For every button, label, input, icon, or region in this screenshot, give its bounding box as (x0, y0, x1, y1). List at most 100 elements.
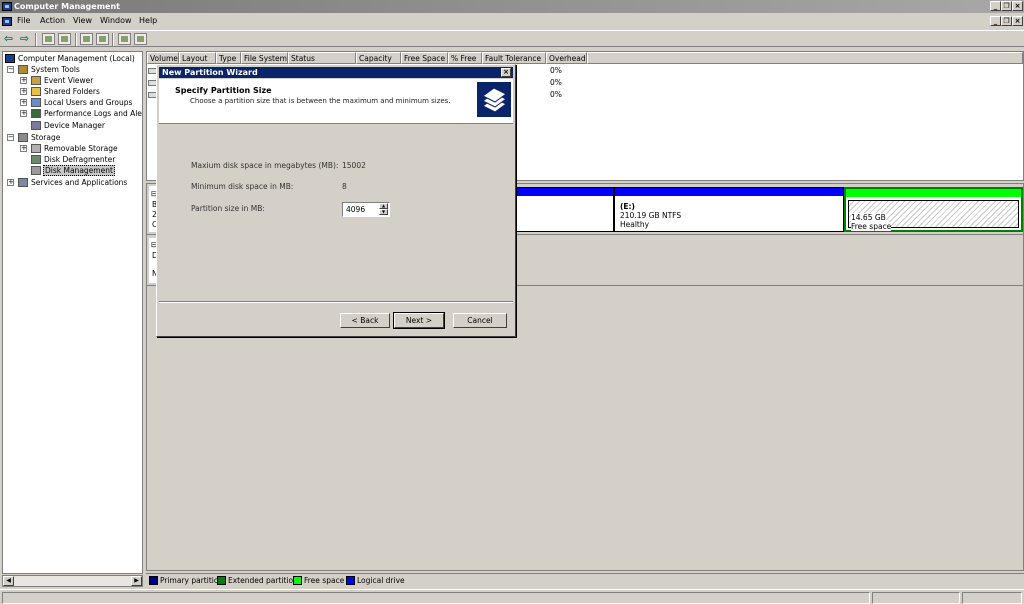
expand-event-viewer-icon[interactable]: + (20, 77, 27, 84)
folder-icon (31, 87, 41, 96)
collapse-system-tools-icon[interactable]: − (7, 66, 14, 73)
menu-view[interactable]: View (73, 14, 92, 28)
menu-window[interactable]: Window (100, 14, 132, 28)
users-icon (31, 98, 41, 107)
free-space-bar (846, 189, 1021, 197)
legend: Primary partition Extended partition Fre… (146, 573, 1024, 586)
partition-e-name: (E:) (620, 202, 635, 211)
doc-close-button[interactable]: × (1012, 16, 1023, 26)
refresh-icon[interactable] (118, 33, 131, 45)
toolbar: ⇦ ⇨ (0, 30, 1024, 47)
toolbar-separator (75, 33, 77, 46)
status-bar (0, 589, 1024, 604)
partition-size-input[interactable] (344, 204, 378, 215)
column-percent-free[interactable]: % Free (448, 52, 482, 64)
partition-e[interactable]: (E:) 210.19 GB NTFS Healthy (614, 187, 844, 232)
computer-icon (5, 54, 15, 63)
expand-removable-storage-icon[interactable]: + (20, 145, 27, 152)
console-tree[interactable]: Computer Management (Local) − System Too… (2, 51, 143, 574)
status-panel (872, 592, 960, 604)
legend-free-space: Free space (304, 576, 345, 585)
back-button[interactable]: < Back (340, 313, 390, 328)
column-free-space[interactable]: Free Space (401, 52, 448, 64)
forward-arrow-icon[interactable]: ⇨ (18, 33, 31, 45)
overhead-cell: 0% (550, 66, 562, 75)
min-size-value: 8 (342, 182, 347, 191)
tools-icon (18, 65, 28, 74)
partition-e-size: 210.19 GB NTFS (620, 211, 682, 220)
column-type[interactable]: Type (216, 52, 241, 64)
expand-shared-folders-icon[interactable]: + (20, 88, 27, 95)
wizard-header: Specify Partition Size Choose a partitio… (159, 79, 513, 124)
computer-management-icon (2, 2, 12, 11)
minimize-button[interactable]: _ (990, 1, 1001, 11)
tree-horizontal-scrollbar[interactable]: ◀ ▶ (2, 575, 143, 587)
window-title: Computer Management (14, 2, 120, 11)
overhead-cell: 0% (550, 90, 562, 99)
expand-local-users-icon[interactable]: + (20, 99, 27, 106)
next-button[interactable]: Next > (393, 312, 445, 329)
close-button[interactable]: × (1012, 1, 1023, 11)
column-capacity[interactable]: Capacity (356, 52, 401, 64)
spin-down-icon[interactable]: ▼ (379, 209, 388, 215)
free-space-label: Free space (851, 222, 892, 231)
device-manager-icon (31, 121, 41, 130)
menu-file[interactable]: File (17, 14, 30, 28)
wizard-divider (159, 301, 513, 303)
back-arrow-icon[interactable]: ⇦ (2, 33, 15, 45)
partition-left[interactable] (515, 187, 614, 232)
scroll-right-icon[interactable]: ▶ (131, 576, 142, 586)
doc-minimize-button[interactable]: _ (990, 16, 1001, 26)
column-volume[interactable]: Volume (147, 52, 179, 64)
console-icon[interactable] (2, 17, 12, 26)
expand-performance-logs-icon[interactable]: + (20, 110, 27, 117)
column-status[interactable]: Status (288, 52, 356, 64)
help-icon[interactable] (96, 33, 109, 45)
column-layout[interactable]: Layout (179, 52, 216, 64)
max-size-label: Maxium disk space in megabytes (MB): (191, 161, 339, 170)
status-panel (962, 592, 1022, 604)
wizard-title: New Partition Wizard (162, 68, 258, 77)
services-icon (18, 178, 28, 187)
wizard-header-subtitle: Choose a partition size that is between … (190, 97, 451, 105)
legend-extended-partition: Extended partition (228, 576, 298, 585)
new-partition-wizard-dialog[interactable]: New Partition Wizard × Specify Partition… (156, 64, 516, 337)
storage-icon (18, 133, 28, 142)
partition-size-stepper[interactable]: ▲ ▼ (342, 202, 390, 217)
up-one-level-icon[interactable] (42, 33, 55, 45)
export-list-icon[interactable] (134, 33, 147, 45)
collapse-storage-icon[interactable]: − (7, 134, 14, 141)
column-file-system[interactable]: File System (241, 52, 288, 64)
partition-e-status: Healthy (620, 220, 650, 229)
show-hide-tree-icon[interactable] (58, 33, 71, 45)
partition-size-label: Partition size in MB: (191, 204, 265, 213)
free-space-size: 14.65 GB (851, 213, 886, 222)
menu-help[interactable]: Help (139, 14, 157, 28)
legend-swatch-logical (346, 576, 355, 585)
properties-icon[interactable] (80, 33, 93, 45)
maximize-button[interactable]: ❐ (1001, 1, 1012, 11)
legend-logical-drive: Logical drive (357, 576, 405, 585)
column-overhead[interactable]: Overhead (546, 52, 587, 64)
logical-drive-bar (615, 188, 843, 196)
wizard-close-button[interactable]: × (501, 68, 511, 77)
partition-free-space[interactable]: 14.65 GB Free space (844, 187, 1023, 232)
defragmenter-icon (31, 155, 41, 164)
wizard-body: Maxium disk space in megabytes (MB): 150… (159, 127, 513, 302)
menu-bar: File Action View Window Help _ ❐ × (0, 14, 1024, 28)
menu-action[interactable]: Action (40, 14, 65, 28)
window-title-bar[interactable]: Computer Management _ ❐ × (0, 0, 1024, 13)
column-fault-tolerance[interactable]: Fault Tolerance (482, 52, 546, 64)
cancel-button[interactable]: Cancel (453, 313, 507, 328)
legend-primary-partition: Primary partition (160, 576, 224, 585)
expand-services-icon[interactable]: + (7, 179, 14, 186)
legend-swatch-extended (217, 576, 226, 585)
wizard-title-bar[interactable]: New Partition Wizard × (159, 67, 513, 78)
overhead-cell: 0% (550, 78, 562, 87)
logical-drive-bar (516, 188, 613, 196)
disk-management-icon (31, 166, 41, 175)
wizard-header-title: Specify Partition Size (175, 86, 272, 95)
scroll-left-icon[interactable]: ◀ (3, 576, 14, 586)
legend-swatch-free (293, 576, 302, 585)
doc-restore-button[interactable]: ❐ (1001, 16, 1012, 26)
